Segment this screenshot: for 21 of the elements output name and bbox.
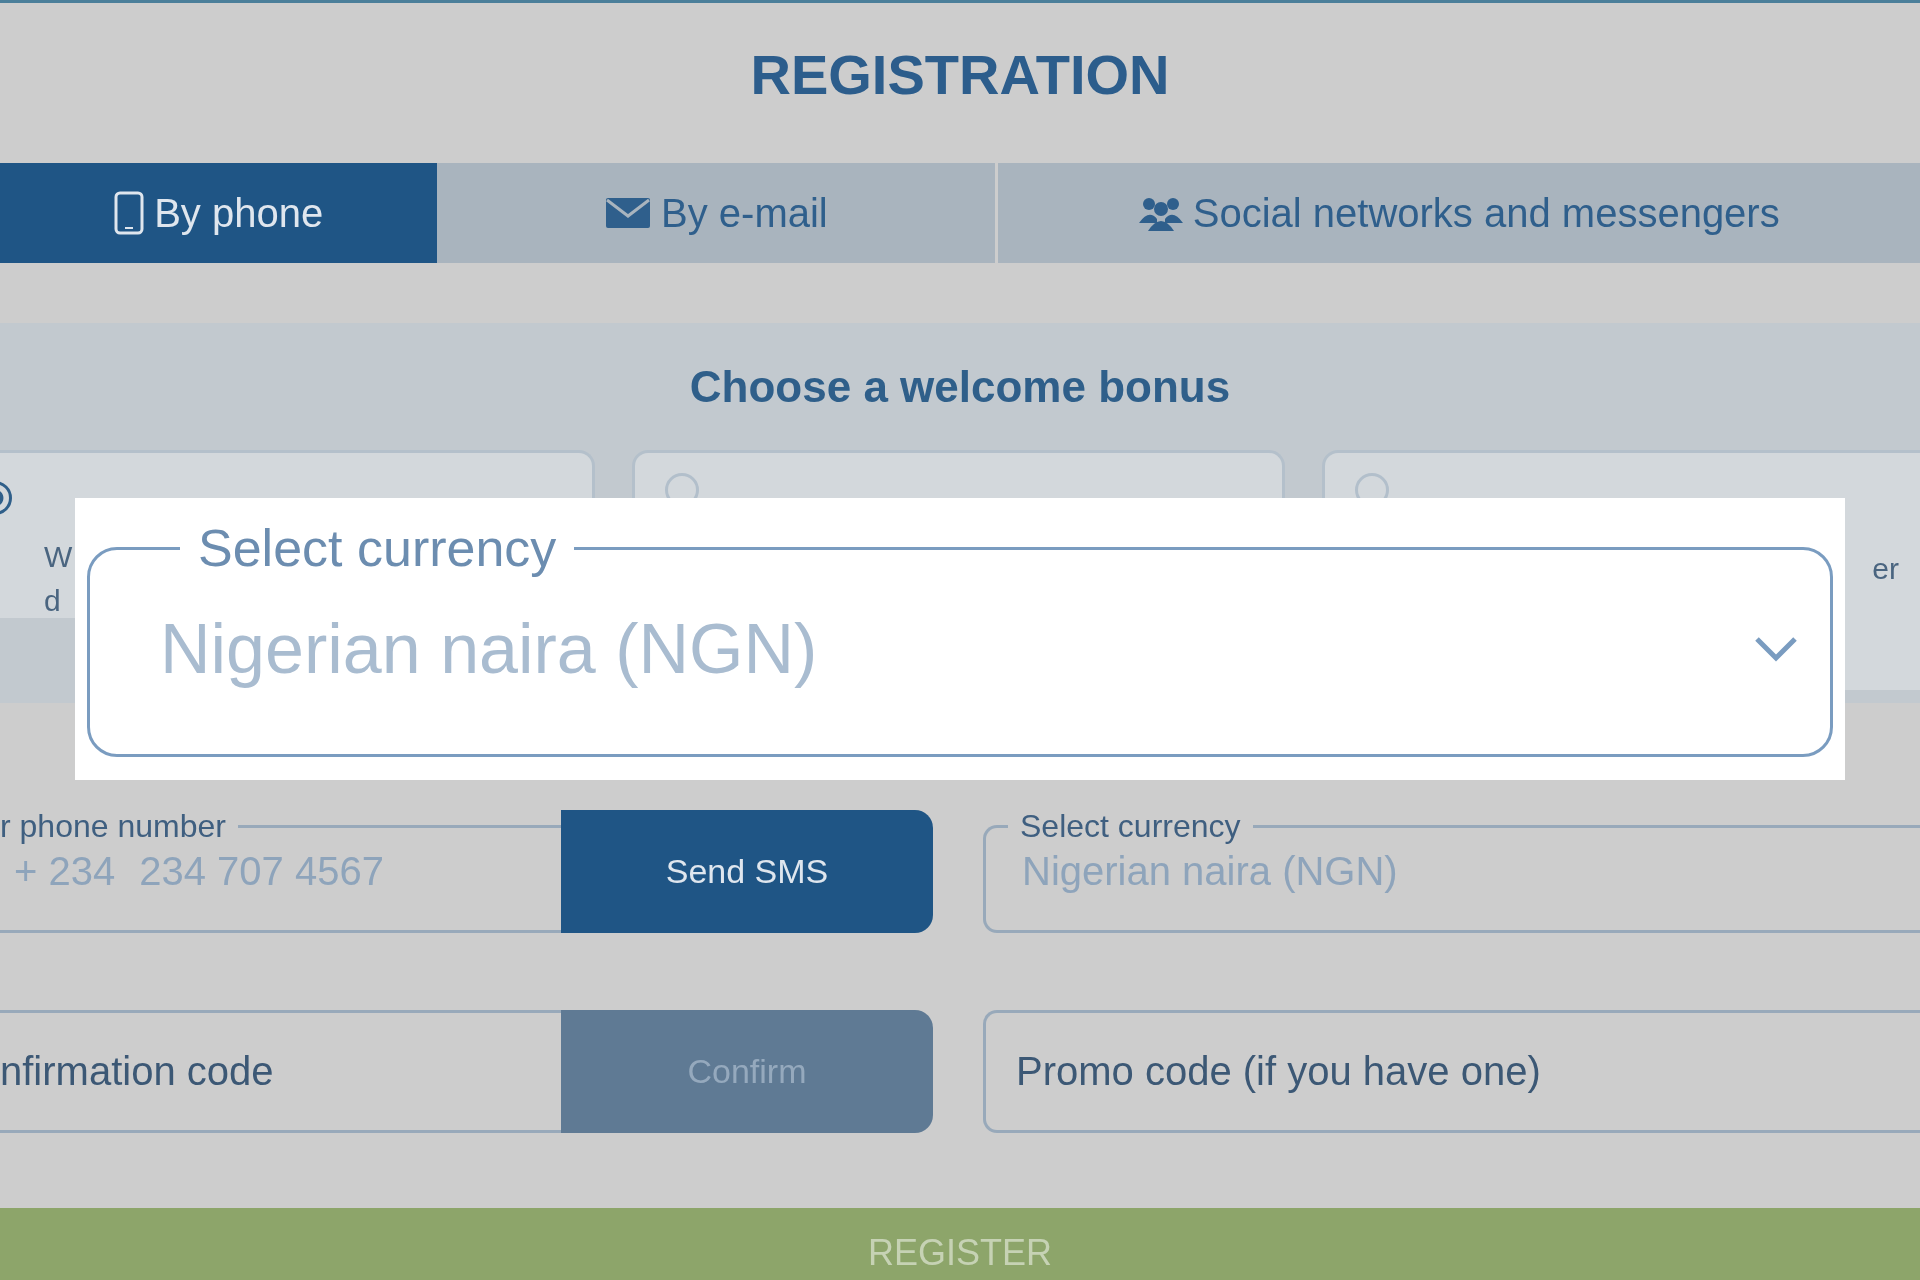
card-text: W: [44, 539, 73, 575]
card-text: d: [44, 583, 61, 619]
promo-code-field[interactable]: Promo code (if you have one): [983, 1010, 1920, 1133]
field-label: Select currency: [1019, 810, 1242, 842]
phone-field[interactable]: r phone number + 234 234 707 4567: [0, 810, 561, 933]
send-sms-button[interactable]: Send SMS: [561, 810, 933, 933]
tab[interactable]: By e-mail: [437, 163, 996, 263]
page-title: REGISTRATION: [750, 42, 1170, 108]
selected-value: Nigerian naira (NGN): [160, 608, 818, 690]
envelope-icon: [605, 197, 651, 229]
phone-icon: [114, 191, 145, 235]
section-heading: Choose a welcome bonus: [689, 360, 1231, 413]
people-icon: [1138, 195, 1183, 231]
card-text: er: [1872, 551, 1899, 587]
field-label: r phone number: [0, 810, 227, 842]
chevron-down-icon: [1754, 636, 1798, 662]
selected-value: Nigerian naira (NGN): [1022, 848, 1398, 895]
confirmation-code-field[interactable]: nfirmation code: [0, 1010, 561, 1133]
country-code: + 234: [14, 848, 116, 895]
tab[interactable]: Social networks and messengers: [998, 163, 1920, 263]
tab[interactable]: By phone: [0, 163, 438, 263]
